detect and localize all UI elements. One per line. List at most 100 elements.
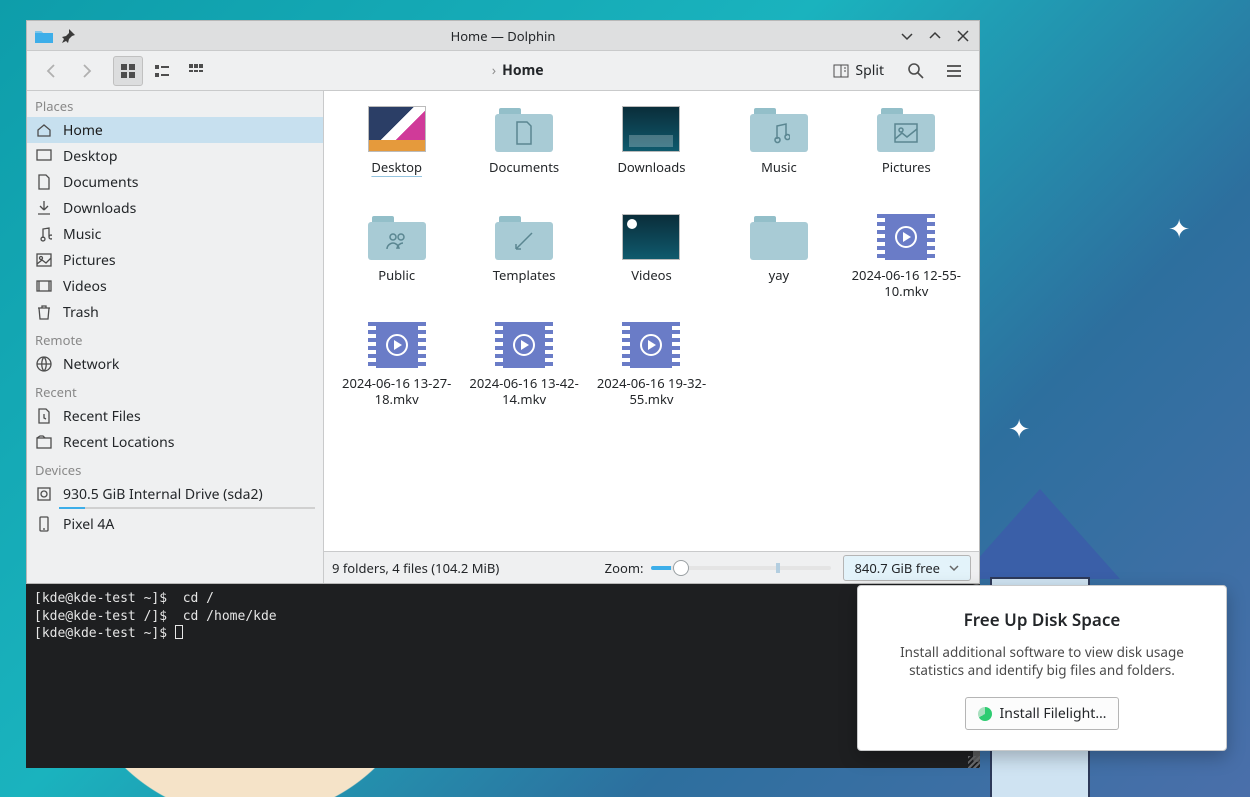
titlebar: Home — Dolphin [27, 21, 979, 51]
search-button[interactable] [901, 56, 931, 86]
file-item[interactable]: Pictures [844, 105, 969, 205]
sidebar-item-home[interactable]: Home [27, 117, 323, 143]
file-item[interactable]: Videos [589, 213, 714, 313]
sidebar-item-documents[interactable]: Documents [27, 169, 323, 195]
file-item[interactable]: Public [334, 213, 459, 313]
file-grid: Desktop Documents Downloads Music Pictures Pu… [324, 91, 979, 551]
sidebar-item-recent-locations[interactable]: Recent Locations [27, 429, 323, 455]
places-panel: Places Home Desktop Documents Downloads … [27, 91, 324, 583]
icon-view-button[interactable] [113, 56, 143, 86]
file-label: Music [757, 159, 801, 175]
folder-icon [495, 213, 553, 261]
downloads-icon [622, 105, 680, 153]
sidebar-item-desktop[interactable]: Desktop [27, 143, 323, 169]
sidebar-item-internal-drive[interactable]: 930.5 GiB Internal Drive (sda2) [27, 481, 323, 507]
pictures-icon [35, 252, 53, 268]
drive-usage-bar [59, 507, 315, 509]
pin-icon[interactable] [61, 29, 75, 43]
breadcrumb-current: Home [502, 61, 543, 80]
maximize-button[interactable] [927, 28, 943, 44]
terminal-cursor [175, 625, 183, 639]
terminal-line: [kde@kde-test ~]$ cd / [34, 590, 972, 608]
free-space-label: 840.7 GiB free [854, 559, 940, 577]
split-label: Split [855, 61, 884, 80]
file-item[interactable]: Documents [461, 105, 586, 205]
sidebar-item-trash[interactable]: Trash [27, 299, 323, 325]
details-view-button[interactable] [181, 56, 211, 86]
forward-button[interactable] [71, 56, 101, 86]
terminal-panel[interactable]: [kde@kde-test ~]$ cd / [kde@kde-test /]$… [26, 584, 980, 768]
section-devices: Devices [27, 455, 323, 481]
documents-icon [35, 174, 53, 190]
dolphin-window: Home — Dolphin › Home Split [26, 20, 980, 584]
file-item[interactable]: 2024-06-16 13-42-14.mkv [461, 321, 586, 421]
chevron-right-icon: › [492, 61, 496, 80]
split-button[interactable]: Split [824, 56, 893, 85]
toolbar: › Home Split [27, 51, 979, 91]
sidebar-item-network[interactable]: Network [27, 351, 323, 377]
zoom-slider[interactable] [651, 560, 831, 576]
file-label: 2024-06-16 13-42-14.mkv [461, 375, 586, 408]
resize-grip-icon[interactable] [968, 756, 980, 768]
sparkle-icon: ✦ [1168, 210, 1190, 246]
hamburger-menu-button[interactable] [939, 56, 969, 86]
file-label: Desktop [367, 159, 426, 175]
phone-icon [35, 516, 53, 532]
video-icon [368, 321, 426, 369]
zoom-label: Zoom: [605, 559, 644, 577]
minimize-button[interactable] [899, 28, 915, 44]
file-item[interactable]: 2024-06-16 12-55-10.mkv [844, 213, 969, 313]
file-label: yay [765, 267, 794, 283]
video-icon [622, 321, 680, 369]
sidebar-item-pictures[interactable]: Pictures [27, 247, 323, 273]
status-text: 9 folders, 4 files (104.2 MiB) [332, 559, 593, 577]
file-item[interactable]: Desktop [334, 105, 459, 205]
file-item[interactable]: Downloads [589, 105, 714, 205]
sidebar-item-pixel-4a[interactable]: Pixel 4A [27, 511, 323, 537]
file-item[interactable]: yay [716, 213, 841, 313]
close-button[interactable] [955, 28, 971, 44]
terminal-line: [kde@kde-test /]$ cd /home/kde [34, 608, 972, 626]
install-filelight-button[interactable]: Install Filelight… [965, 697, 1120, 730]
free-space-button[interactable]: 840.7 GiB free [843, 555, 971, 581]
drive-icon [35, 486, 53, 502]
video-icon [495, 321, 553, 369]
folder-icon [750, 105, 808, 153]
sidebar-item-downloads[interactable]: Downloads [27, 195, 323, 221]
folder-icon [495, 105, 553, 153]
downloads-icon [35, 200, 53, 216]
sidebar-item-videos[interactable]: Videos [27, 273, 323, 299]
file-view[interactable]: Desktop Documents Downloads Music Pictures Pu… [324, 91, 979, 583]
music-icon [35, 226, 53, 242]
popover-title: Free Up Disk Space [876, 608, 1208, 631]
sidebar-item-music[interactable]: Music [27, 221, 323, 247]
file-item[interactable]: Templates [461, 213, 586, 313]
videos-icon [35, 278, 53, 294]
file-item[interactable]: 2024-06-16 13-27-18.mkv [334, 321, 459, 421]
folder-icon [750, 213, 808, 261]
file-label: Public [374, 267, 419, 283]
sidebar-item-recent-files[interactable]: Recent Files [27, 403, 323, 429]
section-recent: Recent [27, 377, 323, 403]
app-icon [35, 29, 53, 43]
file-label: 2024-06-16 19-32-55.mkv [589, 375, 714, 408]
recent-locations-icon [35, 434, 53, 450]
compact-view-button[interactable] [147, 56, 177, 86]
file-label: Downloads [613, 159, 689, 175]
file-label: Templates [489, 267, 560, 283]
back-button[interactable] [37, 56, 67, 86]
folder-icon [877, 105, 935, 153]
recent-files-icon [35, 408, 53, 424]
section-remote: Remote [27, 325, 323, 351]
file-item[interactable]: Music [716, 105, 841, 205]
section-places: Places [27, 91, 323, 117]
network-icon [35, 356, 53, 372]
file-label: Documents [485, 159, 563, 175]
video-icon [877, 213, 935, 261]
file-label: 2024-06-16 12-55-10.mkv [844, 267, 969, 300]
breadcrumb[interactable]: › Home [215, 61, 820, 80]
file-item[interactable]: 2024-06-16 19-32-55.mkv [589, 321, 714, 421]
chevron-down-icon [948, 562, 960, 574]
trash-icon [35, 304, 53, 320]
file-label: Videos [627, 267, 676, 283]
